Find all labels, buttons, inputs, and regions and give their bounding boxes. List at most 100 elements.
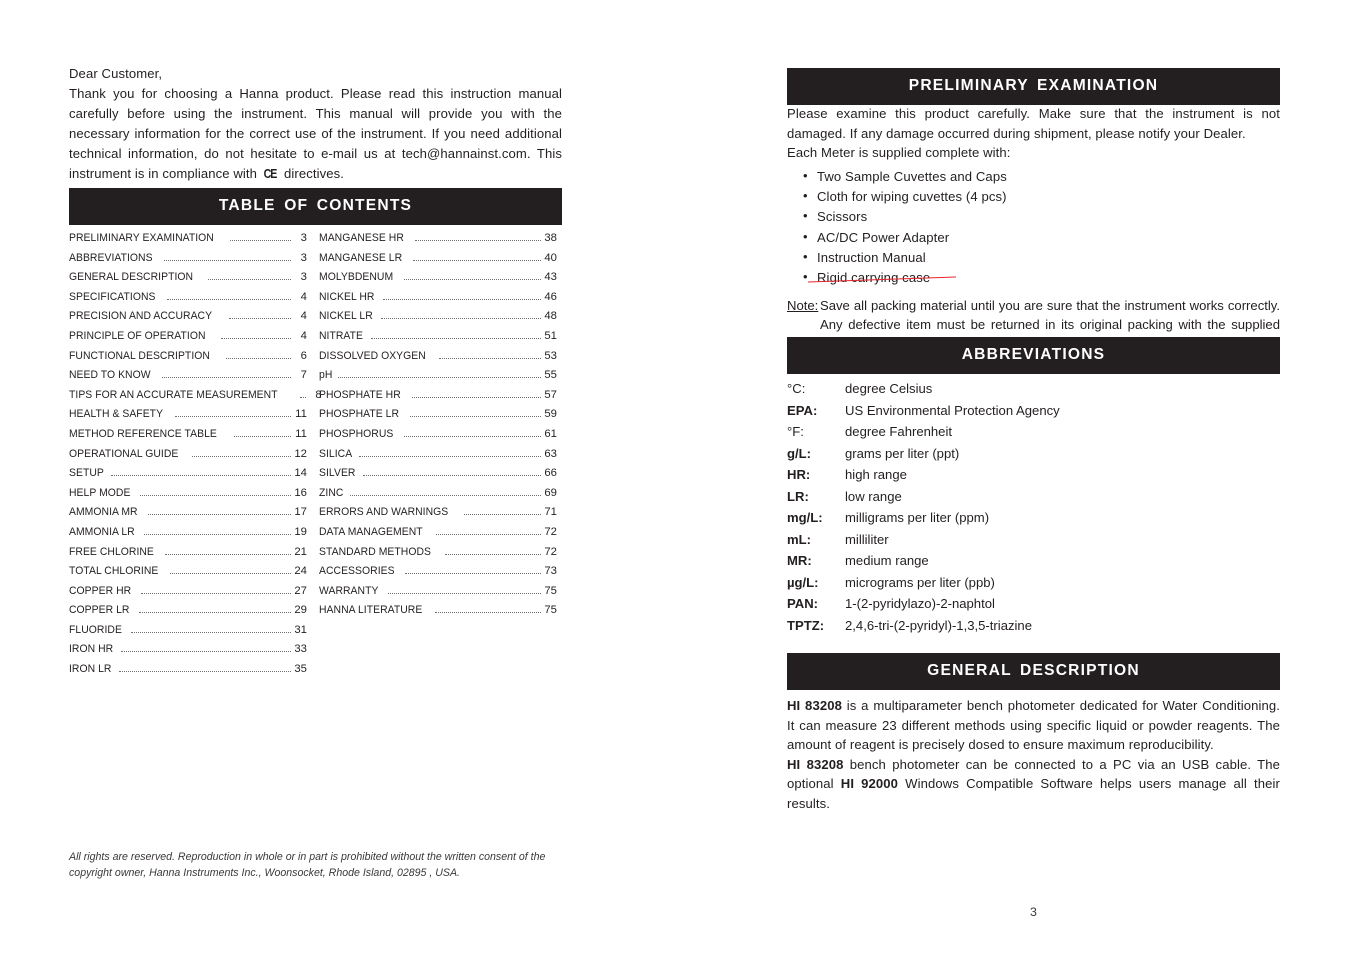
toc-entry[interactable]: PHOSPHATE LR 59 [319,405,557,425]
toc-entry[interactable]: SILICA 63 [319,445,557,465]
toc-entry[interactable]: PHOSPHATE HR 57 [319,386,557,406]
toc-entry[interactable]: pH 55 [319,366,557,386]
toc-entry-page: 3 [300,251,307,264]
toc-leader-dots [415,240,541,241]
abbreviation-key: HR: [787,467,811,482]
toc-entry[interactable]: AMMONIA LR 19 [69,523,307,543]
toc-entry[interactable]: SETUP 14 [69,464,307,484]
supplied-item: Cloth for wiping cuvettes (4 pcs) [787,186,1280,207]
toc-entry[interactable]: TOTAL CHLORINE 24 [69,562,307,582]
toc-leader-dots [130,631,291,633]
toc-column-left: PRELIMINARY EXAMINATION 3 ABBREVIATIONS 3 GE… [69,229,322,680]
toc-entry-page: 24 [294,565,307,578]
toc-entry-page: 14 [294,467,307,480]
toc-entry[interactable]: PRECISION AND ACCURACY 4 [69,307,307,327]
toc-leader-dots [144,533,291,535]
toc-entry[interactable]: ABBREVIATIONS 3 [69,249,307,269]
abbreviation-value: milliliter [845,531,889,547]
toc-entry[interactable]: FLUORIDE 31 [69,621,307,641]
supplied-items-list: Two Sample Cuvettes and Caps Cloth for wi… [787,166,1280,289]
toc-entry-page: 29 [294,604,307,617]
toc-entry[interactable]: MANGANESE LR 40 [319,249,557,269]
abbreviation-row: g/L: grams per liter (ppt) [787,443,1280,465]
abbreviation-value: degree Celsius [845,381,933,396]
toc-entry[interactable]: MANGANESE HR 38 [319,229,557,249]
toc-entry-page: 4 [300,310,307,323]
toc-entry-page: 6 [300,349,307,362]
toc-entry-page: 12 [294,447,307,460]
toc-leader-dots [140,592,291,594]
toc-entry[interactable]: HELP MODE 16 [69,484,307,504]
toc-leader-dots [413,259,541,261]
toc-entry[interactable]: FUNCTIONAL DESCRIPTION 6 [69,347,307,367]
toc-entry[interactable]: WARRANTY 75 [319,582,557,602]
toc-entry[interactable]: ACCESSORIES 73 [319,562,557,582]
supplied-item-label: Scissors [817,209,868,225]
toc-entry-title: COPPER LR [69,604,130,617]
intro-paragraph: Thank you for choosing a Hanna product. … [69,84,562,184]
toc-leader-dots [444,553,541,555]
toc-entry[interactable]: METHOD REFERENCE TABLE 11 [69,425,307,445]
supplied-item: Two Sample Cuvettes and Caps [787,166,1280,187]
model-name-1: HI 83208 [787,698,842,713]
toc-leader-dots [233,435,291,437]
toc-entry[interactable]: IRON LR 35 [69,660,307,680]
toc-entry[interactable]: NITRATE 51 [319,327,557,347]
toc-entry[interactable]: ERRORS AND WARNINGS 71 [319,503,557,523]
toc-entry[interactable]: HEALTH & SAFETY 11 [69,405,307,425]
toc-entry[interactable]: IRON HR 33 [69,640,307,660]
toc-entry[interactable]: ZINC 69 [319,484,557,504]
toc-entry-title: TOTAL CHLORINE [69,565,159,578]
abbreviation-row: TPTZ: 2,4,6-tri-(2-pyridyl)-1,3,5-triazin… [787,615,1280,637]
toc-leader-dots [226,357,291,359]
toc-entry[interactable]: SPECIFICATIONS 4 [69,288,307,308]
toc-entry[interactable]: PHOSPHORUS 61 [319,425,557,445]
toc-entry-page: 7 [300,369,307,382]
general-description-body: HI 83208 is a multiparameter bench photo… [787,696,1280,814]
supplied-item: Scissors [787,206,1280,227]
toc-entry[interactable]: AMMONIA MR 17 [69,503,307,523]
toc-entry[interactable]: COPPER HR 27 [69,582,307,602]
toc-leader-dots [147,514,291,516]
toc-entry[interactable]: SILVER 66 [319,464,557,484]
toc-entry[interactable]: NICKEL HR 46 [319,288,557,308]
toc-entry[interactable]: DATA MANAGEMENT 72 [319,523,557,543]
toc-entry[interactable]: DISSOLVED OXYGEN 53 [319,347,557,367]
toc-entry[interactable]: HANNA LITERATURE 75 [319,601,557,621]
supplied-item-label: Instruction Manual [817,249,926,265]
toc-leader-dots [435,612,541,614]
toc-entry-page: 72 [544,545,557,558]
toc-entry-title: pH [319,369,333,382]
toc-entry[interactable]: COPPER LR 29 [69,601,307,621]
toc-entry[interactable]: STANDARD METHODS 72 [319,543,557,563]
toc-entry-title: COPPER HR [69,584,132,597]
toc-leader-dots [405,573,541,575]
abbreviation-value: grams per liter (ppt) [845,445,960,461]
toc-entry[interactable]: TIPS FOR AN ACCURATE MEASUREMENT 8 [69,386,322,406]
toc-entry-page: 4 [300,329,307,342]
toc-entry-page: 55 [544,369,557,382]
toc-entry-page: 59 [544,408,557,421]
supplied-lead-in: Each Meter is supplied complete with: [787,145,1011,161]
toc-entry-page: 71 [544,506,557,519]
toc-entry-page: 63 [544,447,557,460]
toc-entry[interactable]: MOLYBDENUM 43 [319,268,557,288]
abbreviation-value: 2,4,6-tri-(2-pyridyl)-1,3,5-triazine [845,617,1033,633]
toc-entry-page: 75 [544,584,557,597]
toc-entry-title: MANGANESE HR [319,232,404,244]
toc-entry[interactable]: NEED TO KNOW 7 [69,366,307,386]
abbreviation-row: MR: medium range [787,550,1280,572]
toc-entry[interactable]: OPERATIONAL GUIDE 12 [69,445,307,465]
toc-entry-title: ERRORS AND WARNINGS [319,506,449,519]
toc-entry[interactable]: FREE CHLORINE 21 [69,543,307,563]
toc-leader-dots [165,553,291,555]
toc-leader-dots [110,475,291,477]
toc-entry-page: 21 [294,545,307,558]
toc-entry[interactable]: GENERAL DESCRIPTION 3 [69,268,307,288]
toc-entry[interactable]: PRELIMINARY EXAMINATION 3 [69,229,307,249]
toc-entry[interactable]: NICKEL LR 48 [319,307,557,327]
toc-entry[interactable]: PRINCIPLE OF OPERATION 4 [69,327,307,347]
toc-leader-dots [435,533,541,535]
toc-entry-title: FLUORIDE [69,623,122,636]
toc-entry-title: TIPS FOR AN ACCURATE MEASUREMENT [69,388,278,401]
